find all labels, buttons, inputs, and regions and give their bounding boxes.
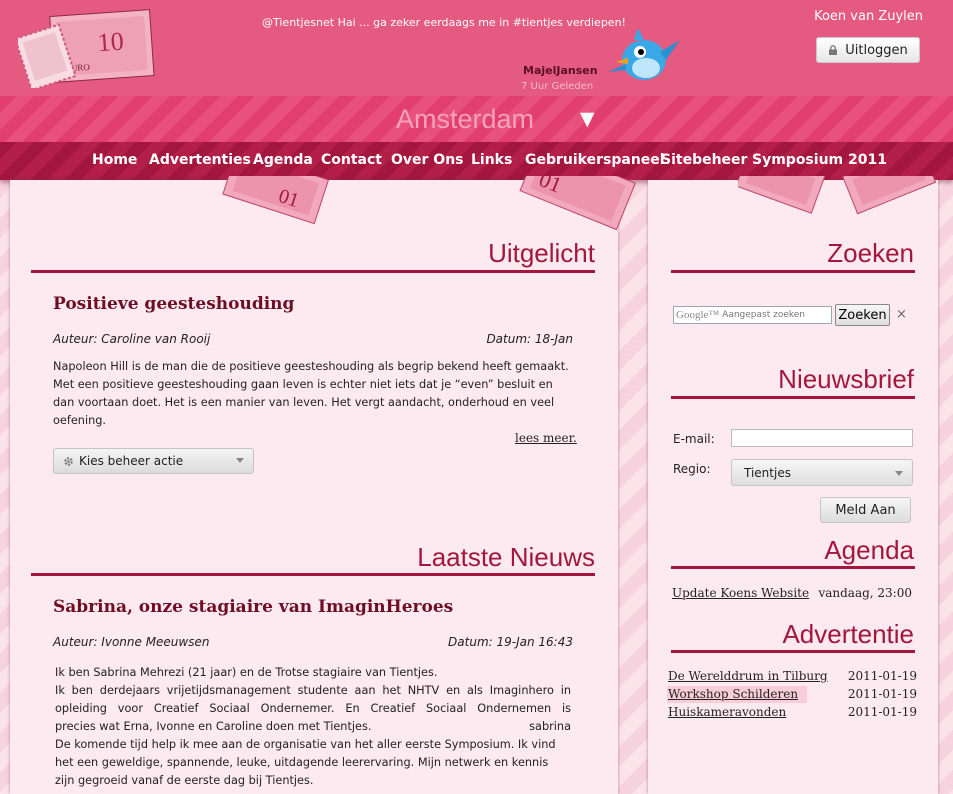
agenda-item-time: vandaag, 23:00 xyxy=(818,586,912,600)
city-selector[interactable]: Amsterdam xyxy=(396,104,534,135)
article-date: Datum: 18-Jan xyxy=(486,332,573,346)
section-rule xyxy=(671,396,915,399)
nav-symposium[interactable]: Symposium 2011 xyxy=(752,152,887,168)
nav-contact[interactable]: Contact xyxy=(321,152,382,168)
region-value: Tientjes xyxy=(744,465,791,480)
email-field[interactable] xyxy=(731,429,913,447)
news-image-alt: sabrina xyxy=(529,720,571,733)
ad-item[interactable]: De Werelddrum in Tilburg 2011-01-19 xyxy=(667,668,918,685)
section-rule xyxy=(671,270,915,273)
ad-item[interactable]: Workshop Schilderen 2011-01-19 xyxy=(667,686,918,703)
username: Koen van Zuylen xyxy=(814,9,923,24)
manage-action-select[interactable]: Kies beheer actie xyxy=(53,448,254,474)
region-select[interactable]: Tientjes xyxy=(731,459,913,486)
section-rule xyxy=(671,650,915,653)
section-title-nieuwsbrief: Nieuwsbrief xyxy=(778,364,914,394)
close-icon[interactable]: × xyxy=(896,307,907,322)
news-date: Datum: 19-Jan 16:43 xyxy=(448,635,573,649)
nav-links[interactable]: Links xyxy=(471,152,512,168)
ad-item-title[interactable]: Huiskameravonden xyxy=(668,705,786,719)
news-line: opleiding voor Creatief Sociaal Ondernem… xyxy=(55,702,571,715)
gear-icon xyxy=(64,456,73,466)
email-label: E-mail: xyxy=(673,432,715,446)
section-rule xyxy=(31,573,595,576)
news-body: Ik ben Sabrina Mehrezi (21 jaar) en de T… xyxy=(55,664,571,790)
logout-label: Uitloggen xyxy=(845,42,908,58)
nav-sitebeheer[interactable]: Sitebeheer xyxy=(661,152,747,168)
tweet-text: @Tientjesnet Hai ... ga zeker eerdaags m… xyxy=(262,16,626,29)
nav-agenda[interactable]: Agenda xyxy=(253,152,313,168)
nav-gebruikerspaneel[interactable]: Gebruikerspaneel xyxy=(525,152,665,168)
news-line: Ik ben derdejaars vrijetijdsmanagement s… xyxy=(55,684,571,697)
article-body: Napoleon Hill is de man die de positieve… xyxy=(53,360,569,427)
chevron-down-icon xyxy=(236,458,244,463)
nav-advertenties[interactable]: Advertenties xyxy=(149,152,251,168)
read-more-link[interactable]: lees meer. xyxy=(515,431,577,445)
news-line: Ik ben Sabrina Mehrezi (21 jaar) en de T… xyxy=(55,666,438,679)
city-dropdown-arrow-icon[interactable]: ▼ xyxy=(580,108,595,130)
agenda-item-title[interactable]: Update Koens Website xyxy=(672,586,809,600)
ad-item[interactable]: Huiskameravonden 2011-01-19 xyxy=(667,704,918,721)
ad-item-date: 2011-01-19 xyxy=(847,669,917,683)
tweet-time: 7 Uur Geleden xyxy=(521,81,594,92)
search-placeholder: Aangepast zoeken xyxy=(722,310,806,320)
section-title-uitgelicht: Uitgelicht xyxy=(488,238,595,268)
news-line: precies wat Erna, Ivonne en Caroline doe… xyxy=(55,720,372,733)
ad-item-title[interactable]: Workshop Schilderen xyxy=(668,687,798,701)
chevron-down-icon xyxy=(895,471,903,476)
section-rule xyxy=(31,270,595,273)
tweet-user[interactable]: MajelJansen xyxy=(523,64,598,77)
ten-euro-logo[interactable]: 10 EURO xyxy=(18,8,158,88)
subscribe-button[interactable]: Meld Aan xyxy=(820,497,911,523)
section-title-agenda: Agenda xyxy=(824,535,914,565)
svg-text:10: 10 xyxy=(97,27,125,58)
news-line: zijn gegroeid vanaf de eerste dag bij Ti… xyxy=(55,774,314,787)
section-title-advertentie: Advertentie xyxy=(782,619,914,649)
section-title-zoeken: Zoeken xyxy=(827,238,914,268)
logout-button[interactable]: Uitloggen xyxy=(816,37,920,63)
news-line: het een geweldige, spannende, leuke, uit… xyxy=(55,756,549,769)
nav-over-ons[interactable]: Over Ons xyxy=(391,152,464,168)
euro-bill-decoration xyxy=(738,176,937,215)
ad-item-date: 2011-01-19 xyxy=(847,705,917,719)
news-line: De komende tijd help ik mee aan de organ… xyxy=(55,738,556,751)
news-title[interactable]: Sabrina, onze stagiaire van ImaginHeroes xyxy=(53,597,453,617)
twitter-bird-icon xyxy=(608,28,680,80)
search-button[interactable]: Zoeken xyxy=(835,304,890,326)
agenda-item[interactable]: Update Koens Website vandaag, 23:00 xyxy=(671,585,913,602)
section-rule xyxy=(671,566,915,569)
ad-item-date: 2011-01-19 xyxy=(847,687,917,701)
region-label: Regio: xyxy=(673,462,711,476)
article-author: Auteur: Caroline van Rooij xyxy=(53,332,211,346)
manage-action-label: Kies beheer actie xyxy=(79,454,184,468)
news-line-wrap: precies wat Erna, Ivonne en Caroline doe… xyxy=(55,718,571,736)
lock-icon xyxy=(829,45,838,55)
ad-item-title[interactable]: De Werelddrum in Tilburg xyxy=(668,669,828,683)
news-author: Auteur: Ivonne Meeuwsen xyxy=(53,635,210,649)
search-input[interactable]: Google™ Aangepast zoeken xyxy=(673,306,832,324)
euro-bill-decoration: 01 xyxy=(222,176,330,225)
article-title[interactable]: Positieve geesteshouding xyxy=(53,294,294,314)
nav-home[interactable]: Home xyxy=(92,152,137,168)
euro-bill-decoration: 01 xyxy=(519,176,636,230)
google-logo: Google™ xyxy=(676,309,720,321)
section-title-laatste-nieuws: Laatste Nieuws xyxy=(417,542,595,572)
